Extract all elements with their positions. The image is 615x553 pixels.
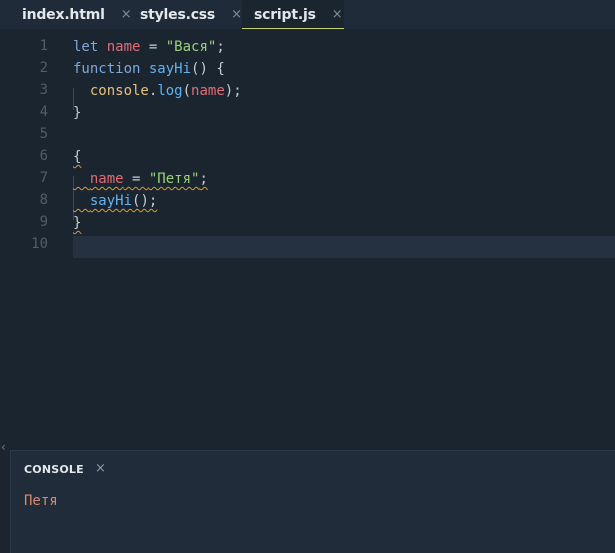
code-token: }	[73, 105, 82, 121]
code-token: );	[224, 83, 242, 99]
close-icon[interactable]: ×	[95, 461, 106, 476]
code-token: log	[157, 83, 183, 99]
line-number: 1	[39, 38, 48, 54]
code-editor[interactable]: 1 2 3 4 5 6 7 8 9 10 let name = "Вася"; function sa…	[10, 29, 615, 445]
code-token: ;	[199, 171, 208, 187]
tab-index-html[interactable]: index.html ×	[0, 0, 132, 29]
line-number: 8	[39, 192, 48, 208]
code-token: ;	[216, 39, 225, 55]
tab-label: index.html	[22, 6, 105, 23]
tab-script-js[interactable]: script.js ×	[242, 0, 344, 29]
tab-label: styles.css	[140, 6, 216, 23]
code-token: sayHi	[148, 61, 192, 77]
code-line[interactable]: function sayHi() {	[73, 58, 225, 80]
code-line[interactable]: }	[73, 212, 81, 234]
code-token: () {	[191, 61, 225, 77]
line-number: 2	[39, 60, 48, 76]
code-line[interactable]: name = "Петя";	[73, 168, 208, 190]
code-token: name	[191, 83, 225, 99]
code-line[interactable]: let name = "Вася";	[73, 36, 225, 58]
code-token: name	[89, 171, 124, 187]
line-number: 3	[39, 82, 48, 98]
console-title: CONSOLE	[24, 463, 84, 476]
console-panel: CONSOLE × Петя	[10, 450, 615, 553]
close-icon[interactable]: ×	[332, 7, 343, 22]
code-token: =	[123, 171, 149, 187]
collapse-panel-icon[interactable]: ‹	[1, 440, 6, 454]
code-token: ();	[132, 193, 158, 209]
line-number: 7	[39, 170, 48, 186]
code-line[interactable]: console.log(name);	[73, 80, 242, 102]
code-token: {	[73, 149, 82, 165]
line-number: 9	[39, 214, 48, 230]
code-token: sayHi	[89, 193, 133, 209]
code-token: "Вася"	[165, 39, 217, 55]
code-token: }	[73, 215, 82, 231]
current-line-highlight	[73, 236, 615, 258]
line-number: 4	[39, 104, 48, 120]
tab-bar: index.html × styles.css × script.js ×	[0, 0, 615, 29]
code-token: "Петя"	[148, 171, 200, 187]
code-token: (	[182, 83, 192, 99]
code-token: console	[89, 83, 149, 99]
code-token: let	[73, 39, 99, 55]
line-number: 10	[31, 236, 48, 252]
code-line[interactable]: {	[73, 146, 81, 168]
line-number: 6	[39, 148, 48, 164]
code-token: name	[106, 39, 141, 55]
close-icon[interactable]: ×	[231, 7, 242, 22]
code-line[interactable]: sayHi();	[73, 190, 157, 212]
tab-label: script.js	[254, 6, 316, 23]
console-output: Петя	[24, 493, 58, 509]
tab-styles-css[interactable]: styles.css ×	[128, 0, 242, 29]
code-token: =	[140, 39, 166, 55]
line-number: 5	[39, 126, 48, 142]
code-line[interactable]: }	[73, 102, 81, 124]
code-token: function	[73, 61, 141, 77]
